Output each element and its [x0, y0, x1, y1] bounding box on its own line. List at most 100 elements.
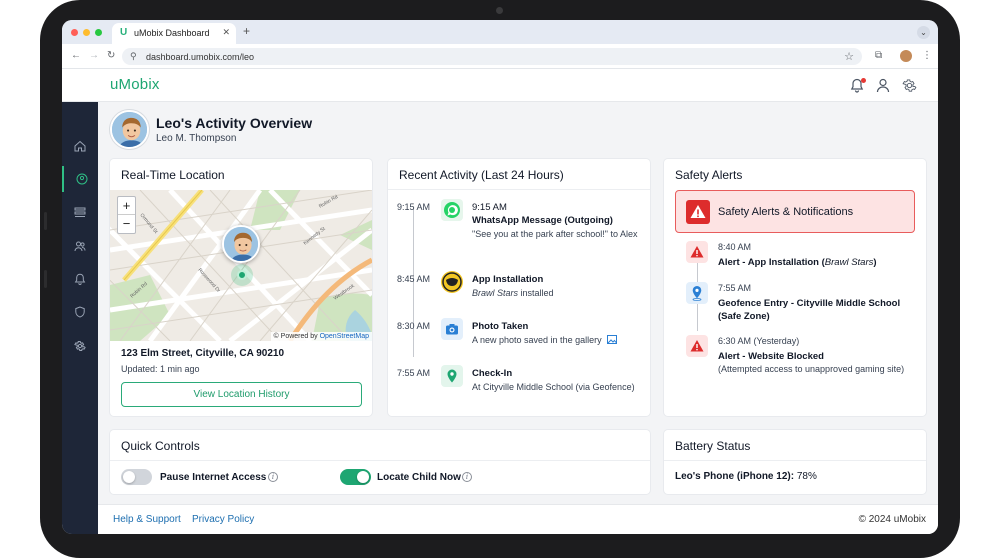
child-avatar: [110, 110, 149, 149]
activity-card: Recent Activity (Last 24 Hours) 9:15 AM …: [388, 159, 650, 416]
camera-icon: [441, 318, 463, 340]
address-bar[interactable]: ⚲ dashboard.umobix.com/leo ☆: [122, 48, 862, 65]
locate-child-toggle[interactable]: [340, 469, 371, 485]
page-title: Leo's Activity Overview: [156, 115, 313, 131]
browser-tab-bar: U uMobix Dashboard ✕ + ⌄: [62, 20, 938, 44]
reload-icon[interactable]: ↻: [107, 50, 115, 61]
brand-logo[interactable]: uMobix: [110, 76, 160, 93]
zoom-in-button[interactable]: +: [118, 197, 135, 215]
quick-controls-card: Quick Controls Pause Internet Access i L…: [110, 430, 650, 494]
child-location-pin[interactable]: [222, 225, 260, 263]
warning-icon: [686, 241, 708, 263]
contacts-icon: [74, 241, 86, 252]
device-name: Leo's Phone (iPhone 12):: [675, 471, 795, 482]
safety-alerts-banner[interactable]: Safety Alerts & Notifications: [675, 190, 915, 233]
maximize-window-button[interactable]: [95, 29, 102, 36]
shield-icon: [75, 306, 85, 318]
screen: U uMobix Dashboard ✕ + ⌄ ← → ↻ ⚲ dashboa…: [62, 20, 938, 534]
image-icon: [607, 335, 618, 344]
camera-dot: [496, 7, 503, 14]
home-icon: [74, 140, 86, 152]
minimize-window-button[interactable]: [83, 29, 90, 36]
activity-title: Photo Taken: [472, 321, 529, 332]
activity-time: 8:30 AM: [397, 321, 431, 331]
map-pin-icon: [441, 365, 463, 387]
activity-time: 7:55 AM: [397, 368, 431, 378]
gear-icon[interactable]: [902, 78, 918, 94]
tablet-frame: U uMobix Dashboard ✕ + ⌄ ← → ↻ ⚲ dashboa…: [40, 0, 960, 558]
site-info-icon[interactable]: ⚲: [130, 51, 137, 62]
divider: [110, 460, 650, 461]
sidebar-item-location[interactable]: [62, 166, 98, 192]
close-tab-icon[interactable]: ✕: [222, 27, 230, 38]
alert-time: 6:30 AM (Yesterday): [718, 336, 800, 346]
info-icon[interactable]: i: [462, 472, 472, 482]
activity-description: Brawl Stars installed: [472, 287, 642, 300]
sidebar-item-notifications[interactable]: [62, 266, 98, 292]
location-card: Real-Time Location Ormond St Rosewood Dr…: [110, 159, 372, 416]
divider: [664, 460, 926, 461]
forward-icon[interactable]: →: [89, 50, 99, 61]
url-text[interactable]: dashboard.umobix.com/leo: [146, 52, 254, 62]
info-icon[interactable]: i: [268, 472, 278, 482]
bookmark-star-icon[interactable]: ☆: [844, 50, 854, 63]
copyright-text: © 2024 uMobix: [858, 514, 926, 525]
battery-status-text: Leo's Phone (iPhone 12): 78%: [675, 471, 817, 482]
child-full-name: Leo M. Thompson: [156, 133, 237, 144]
warning-icon: [686, 200, 710, 224]
map-view[interactable]: Ormond St Rosewood Dr Kennedy St Robin R…: [110, 190, 372, 341]
user-icon[interactable]: [876, 78, 892, 94]
battery-level: 78%: [796, 471, 817, 482]
divider: [388, 189, 650, 190]
privacy-policy-link[interactable]: Privacy Policy: [192, 514, 254, 525]
openstreetmap-link[interactable]: OpenStreetMap: [320, 333, 369, 340]
location-dot: [237, 270, 247, 280]
sidebar-item-messages[interactable]: [62, 199, 98, 225]
side-button: [44, 270, 47, 288]
alert-title: Alert - App Installation (Brawl Stars): [718, 257, 877, 268]
sidebar-item-home[interactable]: [62, 133, 98, 159]
location-icon: [76, 173, 88, 185]
pause-internet-label: Pause Internet Access: [160, 472, 267, 483]
browser-toolbar: ← → ↻ ⚲ dashboard.umobix.com/leo ☆ ⧉ ⋮: [62, 44, 938, 69]
tab-list-icon[interactable]: ⌄: [917, 26, 930, 39]
pause-internet-toggle[interactable]: [121, 469, 152, 485]
settings-icon: [74, 341, 86, 351]
battery-status-card: Battery Status Leo's Phone (iPhone 12): …: [664, 430, 926, 494]
activity-subtitle: WhatsApp Message (Outgoing): [472, 215, 613, 226]
quick-controls-title: Quick Controls: [121, 439, 200, 453]
alert-description: (Attempted access to unapproved gaming s…: [718, 364, 905, 374]
back-icon[interactable]: ←: [71, 50, 81, 61]
toggle-knob: [357, 471, 369, 483]
zoom-out-button[interactable]: −: [118, 215, 135, 233]
umobix-favicon-icon: U: [120, 27, 128, 38]
profile-avatar-icon[interactable]: [900, 50, 912, 62]
more-menu-icon[interactable]: ⋮: [922, 50, 932, 61]
activity-description-text: A new photo saved in the gallery: [472, 335, 602, 345]
new-tab-icon[interactable]: +: [243, 24, 250, 38]
activity-time: 8:45 AM: [397, 274, 431, 284]
messages-icon: [74, 207, 86, 217]
sidebar: [62, 102, 98, 534]
view-location-history-button[interactable]: View Location History: [121, 382, 362, 407]
page-footer: Help & Support Privacy Policy © 2024 uMo…: [98, 504, 938, 534]
game-app-icon: [441, 271, 463, 293]
sidebar-item-settings[interactable]: [62, 333, 98, 359]
close-window-button[interactable]: [71, 29, 78, 36]
banner-text: Safety Alerts & Notifications: [718, 206, 854, 218]
alert-title: Geofence Entry - Cityville Middle School…: [718, 298, 901, 322]
extensions-icon[interactable]: ⧉: [875, 50, 882, 61]
safety-alerts-card: Safety Alerts Safety Alerts & Notificati…: [664, 159, 926, 416]
browser-tab[interactable]: U uMobix Dashboard ✕: [112, 23, 236, 44]
alert-time: 7:55 AM: [718, 283, 752, 293]
bell-icon[interactable]: [850, 78, 866, 94]
tab-title: uMobix Dashboard: [134, 28, 210, 38]
help-support-link[interactable]: Help & Support: [113, 514, 181, 525]
sidebar-item-contacts[interactable]: [62, 233, 98, 259]
activity-card-title: Recent Activity (Last 24 Hours): [399, 168, 564, 182]
sidebar-item-security[interactable]: [62, 299, 98, 325]
alert-time: 8:40 AM: [718, 242, 752, 252]
activity-title: App Installation: [472, 274, 544, 285]
location-pin-icon: [686, 282, 708, 304]
notifications-icon: [74, 273, 86, 285]
